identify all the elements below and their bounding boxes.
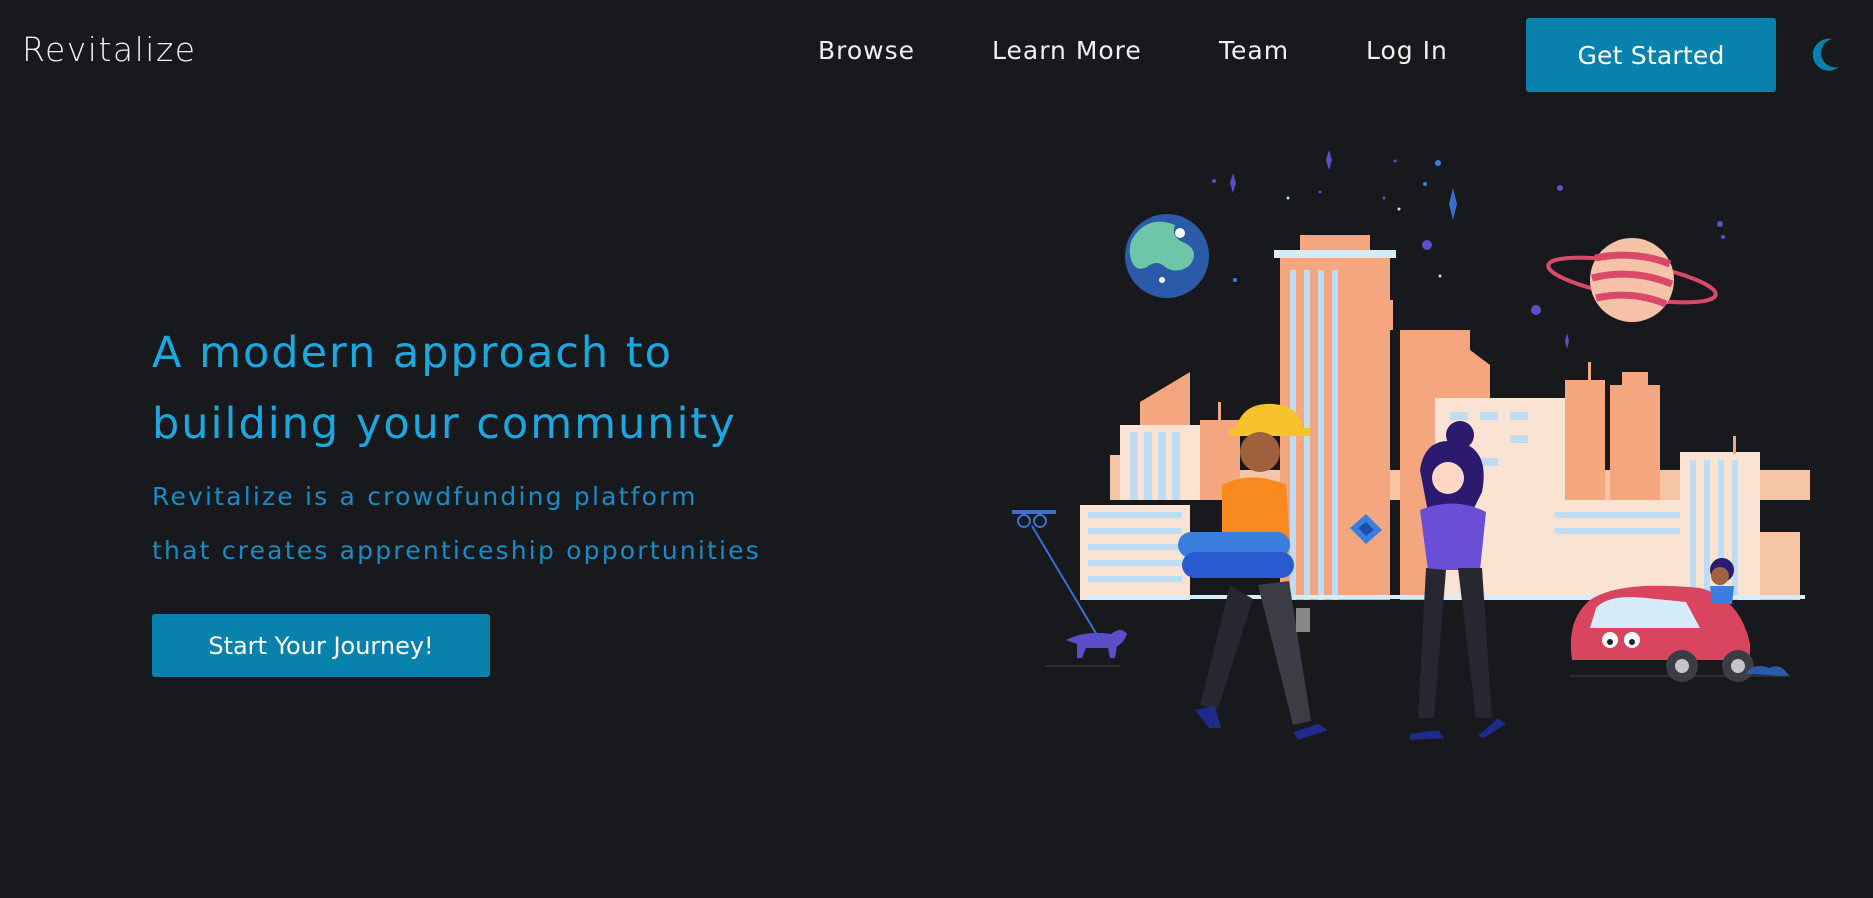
landing-page: Revitalize Browse Learn More Team Log In…	[0, 0, 1873, 898]
hero-title-line-1: A modern approach to	[152, 328, 673, 378]
nav-log-in-link[interactable]: Log In	[1366, 36, 1448, 65]
dark-mode-toggle[interactable]	[1808, 36, 1842, 74]
brand-logo[interactable]: Revitalize	[22, 30, 197, 69]
earth-planet	[1125, 214, 1209, 298]
hero-title: A modern approach to building your commu…	[152, 318, 792, 460]
hero-title-line-2: building your community	[152, 399, 737, 449]
ringed-planet	[1546, 238, 1718, 322]
start-journey-button[interactable]: Start Your Journey!	[152, 614, 490, 677]
hero-subtitle: Revitalize is a crowdfunding platform th…	[152, 470, 802, 578]
hero-subtitle-line-2: that creates apprenticeship opportunitie…	[152, 536, 761, 565]
hero-subtitle-line-1: Revitalize is a crowdfunding platform	[152, 482, 698, 511]
get-started-button[interactable]: Get Started	[1526, 18, 1776, 92]
moon-icon	[1812, 38, 1839, 71]
nav-team-link[interactable]: Team	[1219, 36, 1289, 65]
city-community-illustration	[1012, 150, 1810, 740]
nav-browse-link[interactable]: Browse	[818, 36, 915, 65]
nav-learn-more-link[interactable]: Learn More	[992, 36, 1142, 65]
